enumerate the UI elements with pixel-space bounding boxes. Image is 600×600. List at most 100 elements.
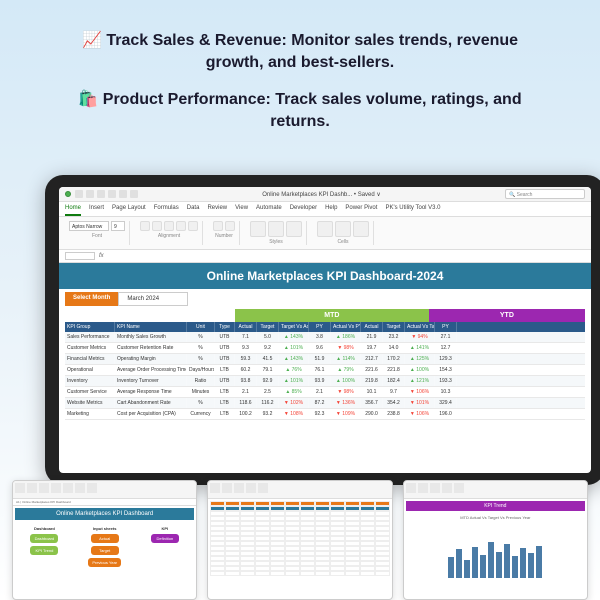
tablet-frame: Online Marketplaces KPI Dashb... • Saved… bbox=[45, 175, 600, 485]
wrap-btn[interactable] bbox=[176, 221, 186, 231]
ytd-header: YTD bbox=[429, 309, 585, 322]
thumbnail-1: A1 | Online Marketplaces KPI Dashboard O… bbox=[12, 480, 197, 600]
tab-automate[interactable]: Automate bbox=[256, 202, 282, 216]
month-selector: Select Month March 2024 bbox=[65, 292, 585, 306]
thumb-ribbon bbox=[13, 481, 196, 499]
th: KPI Group bbox=[65, 322, 115, 332]
format-table-btn[interactable] bbox=[268, 221, 284, 237]
th: PY bbox=[309, 322, 331, 332]
tab-pk-utility[interactable]: PK's Utility Tool V3.0 bbox=[385, 202, 440, 216]
qat-icon[interactable] bbox=[130, 190, 138, 198]
table-row[interactable]: InventoryInventory TurnoverRatioUTB93.89… bbox=[65, 376, 585, 387]
insert-btn[interactable] bbox=[317, 221, 333, 237]
table-row[interactable]: MarketingCost per Acquisition (CPA)Curre… bbox=[65, 409, 585, 420]
group-label: Number bbox=[215, 233, 233, 239]
th: Type bbox=[215, 322, 235, 332]
cond-format-btn[interactable] bbox=[250, 221, 266, 237]
thumb2-datagrid bbox=[210, 501, 389, 576]
group-label: Styles bbox=[269, 239, 283, 245]
format-btn[interactable] bbox=[353, 221, 369, 237]
num-btn[interactable] bbox=[225, 221, 235, 231]
th: Target bbox=[383, 322, 405, 332]
ribbon-tabs: Home Insert Page Layout Formulas Data Re… bbox=[59, 202, 591, 217]
align-btn[interactable] bbox=[152, 221, 162, 231]
font-name-select[interactable]: Aptos Narrow bbox=[69, 221, 109, 231]
th: Target bbox=[257, 322, 279, 332]
thumb3-title: KPI Trend bbox=[406, 501, 585, 511]
ribbon: Aptos Narrow 9 Font Alignment Number Sty… bbox=[59, 217, 591, 250]
thumbnail-2 bbox=[207, 480, 392, 600]
thumb1-box[interactable]: Actual bbox=[91, 534, 119, 543]
qat-icons bbox=[75, 190, 138, 198]
tab-formulas[interactable]: Formulas bbox=[154, 202, 179, 216]
thumb1-box[interactable]: KPI Trend bbox=[30, 546, 58, 555]
table-row[interactable]: Financial MetricsOperating Margin%UTB59.… bbox=[65, 354, 585, 365]
table-row[interactable]: Sales PerformanceMonthly Sales Growth%UT… bbox=[65, 332, 585, 343]
tab-review[interactable]: Review bbox=[207, 202, 227, 216]
tab-power-pivot[interactable]: Power Pivot bbox=[345, 202, 377, 216]
excel-screen: Online Marketplaces KPI Dashb... • Saved… bbox=[59, 187, 591, 473]
thumbnail-3: KPI Trend MTD Actual Vs Target Vs Previo… bbox=[403, 480, 588, 600]
group-label: Alignment bbox=[158, 233, 180, 239]
select-month-label: Select Month bbox=[65, 292, 118, 306]
merge-btn[interactable] bbox=[188, 221, 198, 231]
thumb-fx-bar: A1 | Online Marketplaces KPI Dashboard bbox=[13, 499, 196, 506]
table-row[interactable]: OperationalAverage Order Processing Time… bbox=[65, 365, 585, 376]
tab-view[interactable]: View bbox=[235, 202, 248, 216]
title-bar: Online Marketplaces KPI Dashb... • Saved… bbox=[59, 187, 591, 202]
th: Unit bbox=[187, 322, 215, 332]
group-label: Font bbox=[92, 233, 102, 239]
tab-insert[interactable]: Insert bbox=[89, 202, 104, 216]
undo-icon[interactable] bbox=[86, 190, 94, 198]
mtd-header: MTD bbox=[235, 309, 429, 322]
thumb1-box[interactable]: Definition bbox=[151, 534, 179, 543]
tab-page-layout[interactable]: Page Layout bbox=[112, 202, 146, 216]
qat-icon[interactable] bbox=[108, 190, 116, 198]
file-name[interactable]: Online Marketplaces KPI Dashb... • Saved… bbox=[142, 191, 501, 198]
qat-icon[interactable] bbox=[119, 190, 127, 198]
redo-icon[interactable] bbox=[97, 190, 105, 198]
thumb1-col-label: Dashboard bbox=[34, 526, 55, 531]
align-btn[interactable] bbox=[140, 221, 150, 231]
thumb-ribbon bbox=[404, 481, 587, 499]
ribbon-group-styles: Styles bbox=[246, 221, 307, 245]
th: Target Vs Actual bbox=[279, 322, 309, 332]
kpi-table: KPI Group KPI Name Unit Type Actual Targ… bbox=[65, 322, 585, 420]
font-size-select[interactable]: 9 bbox=[111, 221, 125, 231]
autosave-indicator[interactable] bbox=[65, 191, 71, 197]
table-row[interactable]: Customer MetricsCustomer Retention Rate%… bbox=[65, 343, 585, 354]
thumb1-title: Online Marketplaces KPI Dashboard bbox=[15, 508, 194, 520]
month-dropdown[interactable]: March 2024 bbox=[118, 292, 188, 306]
th: PY bbox=[435, 322, 457, 332]
search-box[interactable]: 🔍 Search bbox=[505, 189, 585, 199]
tab-developer[interactable]: Developer bbox=[290, 202, 317, 216]
align-btn[interactable] bbox=[164, 221, 174, 231]
thumb1-box[interactable]: Dashboard bbox=[30, 534, 58, 543]
thumb3-subtitle: MTD Actual Vs Target Vs Previous Year bbox=[404, 513, 587, 522]
save-icon[interactable] bbox=[75, 190, 83, 198]
hero-line-1: 📈 Track Sales & Revenue: Monitor sales t… bbox=[60, 30, 540, 75]
th: KPI Name bbox=[115, 322, 187, 332]
name-box[interactable] bbox=[65, 252, 95, 260]
thumb1-col-label: Input sheets bbox=[93, 526, 117, 531]
th: Actual Vs Target bbox=[405, 322, 435, 332]
th: Actual Vs PY bbox=[331, 322, 361, 332]
tab-help[interactable]: Help bbox=[325, 202, 337, 216]
delete-btn[interactable] bbox=[335, 221, 351, 237]
ribbon-group-font: Aptos Narrow 9 Font bbox=[65, 221, 130, 245]
num-btn[interactable] bbox=[213, 221, 223, 231]
formula-bar: fx bbox=[59, 250, 591, 263]
ribbon-group-number: Number bbox=[209, 221, 240, 245]
tab-home[interactable]: Home bbox=[65, 202, 81, 216]
table-row[interactable]: Website MetricsCart Abandonment Rate%LTB… bbox=[65, 398, 585, 409]
thumb1-box[interactable]: Previous Year bbox=[88, 558, 121, 567]
thumb3-chart bbox=[404, 522, 587, 582]
thumb1-box[interactable]: Target bbox=[91, 546, 119, 555]
cell-styles-btn[interactable] bbox=[286, 221, 302, 237]
tab-data[interactable]: Data bbox=[187, 202, 200, 216]
table-row[interactable]: Customer ServiceAverage Response TimeMin… bbox=[65, 387, 585, 398]
ribbon-group-alignment: Alignment bbox=[136, 221, 203, 245]
thumbnail-row: A1 | Online Marketplaces KPI Dashboard O… bbox=[0, 480, 600, 600]
hero-line-2: 🛍️ Product Performance: Track sales volu… bbox=[60, 89, 540, 134]
fx-label: fx bbox=[95, 252, 108, 260]
